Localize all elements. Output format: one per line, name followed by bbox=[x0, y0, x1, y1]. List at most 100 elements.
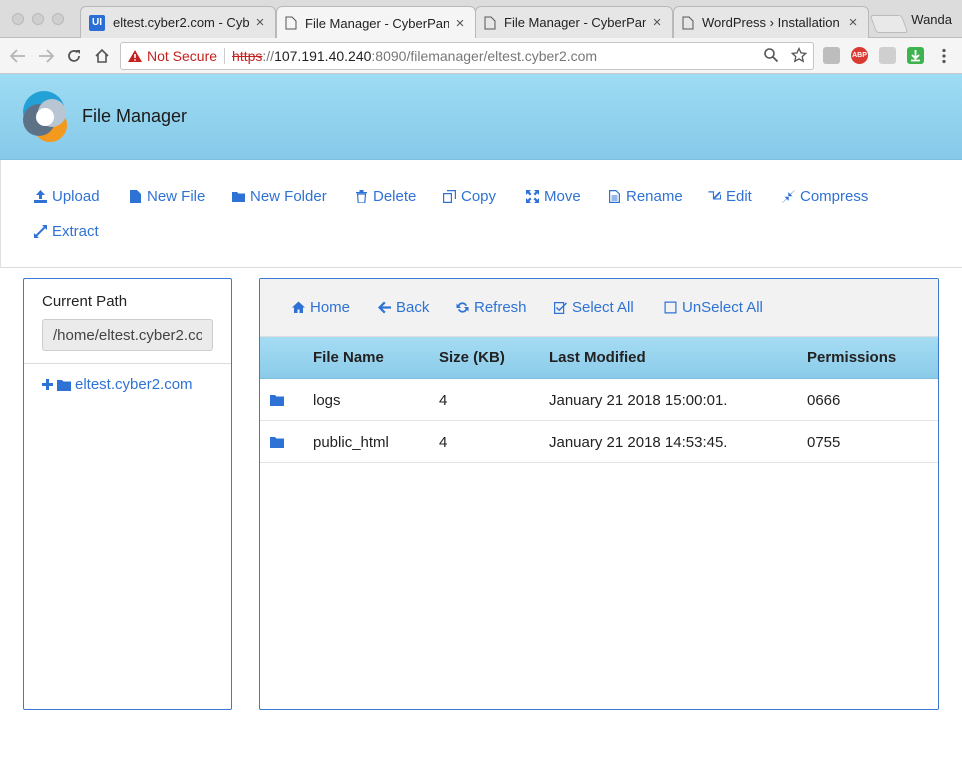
url-separator: :// bbox=[262, 48, 275, 64]
table-row[interactable]: public_html 4 January 21 2018 14:53:45. … bbox=[260, 421, 938, 463]
tab-title: File Manager - CyberPane bbox=[504, 15, 646, 30]
url-path: :8090/filemanager/eltest.cyber2.com bbox=[371, 48, 598, 64]
plus-icon[interactable] bbox=[42, 379, 53, 390]
compress-button[interactable]: Compress bbox=[782, 188, 868, 205]
compress-icon bbox=[782, 190, 795, 203]
compress-label: Compress bbox=[800, 188, 869, 205]
table-row[interactable]: logs 4 January 21 2018 15:00:01. 0666 bbox=[260, 379, 938, 421]
column-size[interactable]: Size (KB) bbox=[439, 349, 505, 366]
file-permissions: 0666 bbox=[807, 392, 841, 409]
back-button[interactable]: Back bbox=[378, 299, 429, 316]
home-button[interactable]: Home bbox=[292, 299, 350, 316]
adblock-icon[interactable]: ABP bbox=[851, 47, 868, 64]
url-host: 107.191.40.240 bbox=[274, 48, 372, 64]
omnibox-divider bbox=[224, 48, 226, 64]
copy-label: Copy bbox=[461, 188, 497, 205]
column-last-modified[interactable]: Last Modified bbox=[549, 349, 646, 366]
rename-label: Rename bbox=[626, 188, 683, 205]
select-all-button[interactable]: Select All bbox=[554, 299, 634, 316]
extension-icon[interactable] bbox=[823, 47, 840, 64]
file-modified: January 21 2018 14:53:45. bbox=[549, 434, 728, 451]
file-name[interactable]: public_html bbox=[313, 434, 389, 451]
divider bbox=[24, 363, 231, 364]
new-file-label: New File bbox=[147, 188, 206, 205]
page-icon bbox=[682, 16, 694, 29]
back-label: Back bbox=[396, 299, 430, 316]
profile-name[interactable]: Wanda bbox=[911, 12, 952, 27]
download-icon[interactable] bbox=[907, 47, 924, 64]
file-icon bbox=[130, 190, 141, 203]
edit-icon bbox=[708, 191, 721, 200]
browser-tab-2[interactable]: File Manager - CyberPane × bbox=[276, 6, 476, 39]
move-label: Move bbox=[544, 188, 581, 205]
tab-title: eltest.cyber2.com - Cybe bbox=[113, 15, 249, 30]
tab-title: File Manager - CyberPane bbox=[305, 15, 449, 31]
file-permissions: 0755 bbox=[807, 434, 841, 451]
file-list-toolbar: Home Back Refresh Select All UnSelect Al… bbox=[260, 279, 938, 337]
zoom-search-icon[interactable] bbox=[763, 47, 779, 63]
file-list-panel: Home Back Refresh Select All UnSelect Al… bbox=[259, 278, 939, 710]
column-file-name[interactable]: File Name bbox=[313, 349, 384, 366]
home-icon[interactable] bbox=[90, 44, 114, 68]
extension-icon[interactable] bbox=[879, 47, 896, 64]
arrow-left-icon bbox=[378, 301, 391, 314]
browser-tab-3[interactable]: File Manager - CyberPane × bbox=[475, 6, 673, 38]
close-icon[interactable]: × bbox=[650, 14, 664, 31]
unselect-all-button[interactable]: UnSelect All bbox=[664, 299, 763, 316]
browser-tab-1[interactable]: UI eltest.cyber2.com - Cybe × bbox=[80, 6, 276, 38]
extract-label: Extract bbox=[52, 223, 99, 240]
unselect-all-label: UnSelect All bbox=[682, 299, 763, 316]
new-file-button[interactable]: New File bbox=[129, 188, 205, 205]
tree-item-root[interactable]: eltest.cyber2.com bbox=[42, 376, 193, 393]
expand-icon bbox=[34, 225, 47, 238]
tree-item-label[interactable]: eltest.cyber2.com bbox=[75, 376, 193, 393]
new-tab-button[interactable] bbox=[869, 15, 909, 33]
new-folder-button[interactable]: New Folder bbox=[232, 188, 327, 205]
file-modified: January 21 2018 15:00:01. bbox=[549, 392, 728, 409]
delete-label: Delete bbox=[373, 188, 417, 205]
file-name[interactable]: logs bbox=[313, 392, 341, 409]
page-icon bbox=[285, 16, 297, 30]
trash-icon bbox=[356, 190, 367, 203]
cyberpanel-logo-icon bbox=[23, 91, 67, 142]
delete-button[interactable]: Delete bbox=[355, 188, 416, 205]
back-arrow-icon[interactable] bbox=[6, 44, 30, 68]
upload-button[interactable]: Upload bbox=[34, 188, 100, 205]
reload-icon[interactable] bbox=[62, 44, 86, 68]
forward-arrow-icon[interactable] bbox=[34, 44, 58, 68]
table-header: File Name Size (KB) Last Modified Permis… bbox=[260, 337, 938, 379]
folder-icon bbox=[57, 379, 71, 391]
warning-icon bbox=[128, 50, 142, 62]
folder-icon bbox=[232, 192, 245, 202]
browser-menu-icon[interactable] bbox=[932, 44, 956, 68]
current-path-input[interactable] bbox=[42, 319, 213, 351]
extract-button[interactable]: Extract bbox=[34, 223, 99, 240]
select-all-label: Select All bbox=[572, 299, 634, 316]
browser-toolbar: Not Secure https://107.191.40.240:8090/f… bbox=[0, 38, 962, 74]
refresh-label: Refresh bbox=[474, 299, 527, 316]
close-icon[interactable]: × bbox=[253, 14, 267, 31]
app-header: File Manager bbox=[0, 74, 962, 160]
edit-button[interactable]: Edit bbox=[708, 188, 752, 205]
refresh-button[interactable]: Refresh bbox=[456, 299, 527, 316]
copy-button[interactable]: Copy bbox=[443, 188, 496, 205]
current-path-label: Current Path bbox=[42, 293, 128, 310]
window-minimize-button[interactable] bbox=[32, 13, 44, 25]
window-close-button[interactable] bbox=[12, 13, 24, 25]
refresh-icon bbox=[456, 302, 469, 313]
checkbox-empty-icon bbox=[664, 301, 677, 314]
move-button[interactable]: Move bbox=[526, 188, 581, 205]
tab-title: WordPress › Installation bbox=[702, 15, 840, 30]
column-permissions[interactable]: Permissions bbox=[807, 349, 896, 366]
security-indicator[interactable]: Not Secure bbox=[147, 48, 217, 64]
address-bar[interactable]: Not Secure https://107.191.40.240:8090/f… bbox=[120, 42, 814, 70]
folder-icon bbox=[270, 437, 284, 448]
new-folder-label: New Folder bbox=[250, 188, 327, 205]
rename-button[interactable]: Rename bbox=[608, 188, 683, 205]
bookmark-star-icon[interactable] bbox=[791, 47, 807, 63]
file-size: 4 bbox=[439, 392, 448, 409]
browser-tab-4[interactable]: WordPress › Installation × bbox=[673, 6, 869, 38]
window-zoom-button[interactable] bbox=[52, 13, 64, 25]
close-icon[interactable]: × bbox=[453, 15, 467, 32]
close-icon[interactable]: × bbox=[846, 14, 860, 31]
